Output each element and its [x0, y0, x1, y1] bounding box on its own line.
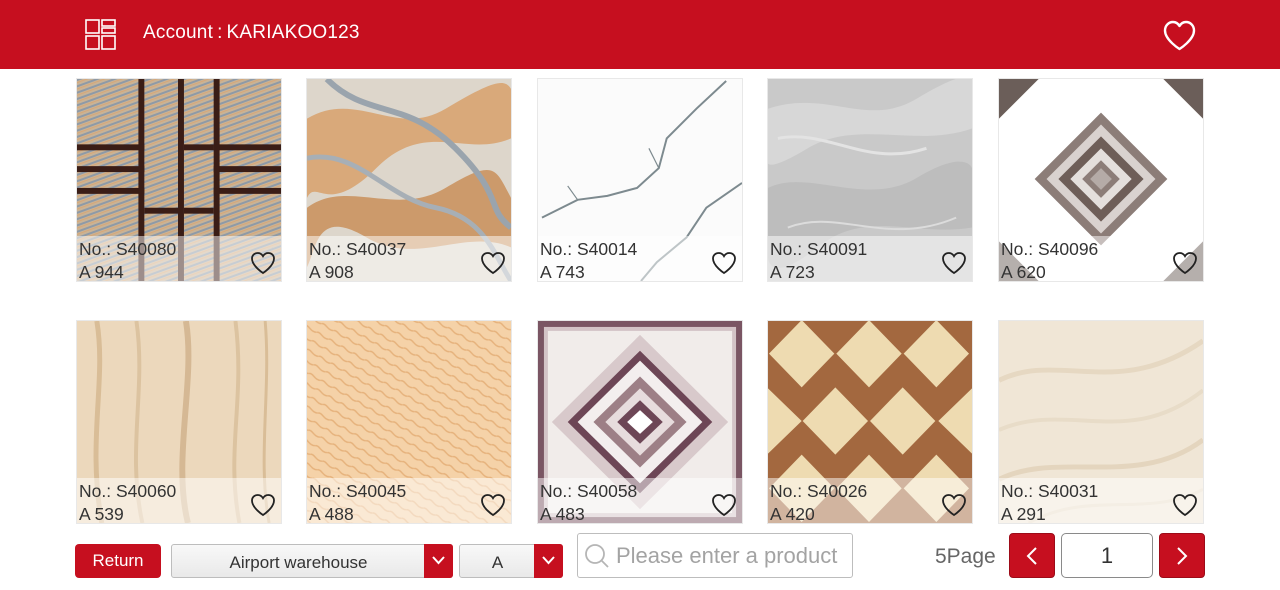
return-button[interactable]: Return [75, 544, 161, 578]
product-code: No.: S40031 [1001, 481, 1099, 501]
product-code: No.: S40037 [309, 239, 407, 259]
previous-page-button[interactable] [1009, 533, 1055, 578]
heart-icon[interactable] [480, 251, 506, 275]
product-tile[interactable]: No.: S40014 A 743 [537, 78, 743, 282]
tile-info: No.: S40031 A 291 [999, 478, 1203, 523]
page-count-label: 5Page [935, 545, 996, 568]
product-quantity: A 483 [540, 504, 585, 524]
product-quantity: A 420 [770, 504, 815, 524]
product-quantity: A 539 [79, 504, 124, 524]
tile-info: No.: S40060 A 539 [77, 478, 281, 523]
chevron-down-icon [542, 556, 555, 565]
product-code: No.: S40026 [770, 481, 868, 501]
product-code: No.: S40060 [79, 481, 177, 501]
tile-info: No.: S40091 A 723 [768, 236, 972, 281]
product-tile[interactable]: No.: S40031 A 291 [998, 320, 1204, 524]
product-quantity: A 944 [79, 262, 124, 282]
account-id: KARIAKOO123 [226, 22, 360, 43]
heart-icon[interactable] [941, 493, 967, 517]
account-label: Account [143, 22, 214, 43]
heart-icon[interactable] [941, 251, 967, 275]
tile-info: No.: S40080 A 944 [77, 236, 281, 281]
product-code: No.: S40058 [540, 481, 638, 501]
product-quantity: A 620 [1001, 262, 1046, 282]
product-tile[interactable]: No.: S40096 A 620 [998, 78, 1204, 282]
product-tile[interactable]: No.: S40080 A 944 [76, 78, 282, 282]
warehouse-value: Airport warehouse [229, 553, 368, 572]
product-code: No.: S40080 [79, 239, 177, 259]
product-tile[interactable]: No.: S40058 A 483 [537, 320, 743, 524]
chevron-left-icon [1026, 547, 1037, 565]
grid-icon[interactable] [85, 19, 116, 50]
product-tile[interactable]: No.: S40026 A 420 [767, 320, 973, 524]
grade-dropdown-toggle[interactable] [534, 544, 563, 578]
tile-info: No.: S40014 A 743 [538, 236, 742, 281]
product-code: No.: S40096 [1001, 239, 1099, 259]
product-quantity: A 488 [309, 504, 354, 524]
product-code: No.: S40045 [309, 481, 407, 501]
product-quantity: A 908 [309, 262, 354, 282]
next-page-button[interactable] [1159, 533, 1205, 578]
product-quantity: A 291 [1001, 504, 1046, 524]
tile-info: No.: S40037 A 908 [307, 236, 511, 281]
heart-icon[interactable] [1172, 493, 1198, 517]
warehouse-select[interactable]: Airport warehouse [171, 544, 453, 578]
product-tile[interactable]: No.: S40091 A 723 [767, 78, 973, 282]
heart-icon[interactable] [250, 493, 276, 517]
grade-value: A [491, 553, 504, 572]
search-icon[interactable] [584, 543, 610, 569]
chevron-down-icon [432, 556, 445, 565]
bottom-toolbar: Return Airport warehouse A 5Page [0, 530, 1280, 590]
product-quantity: A 723 [770, 262, 815, 282]
product-code: No.: S40091 [770, 239, 868, 259]
product-tile[interactable]: No.: S40045 A 488 [306, 320, 512, 524]
search-input[interactable] [616, 542, 846, 570]
product-code: No.: S40014 [540, 239, 638, 259]
chevron-right-icon [1177, 547, 1188, 565]
heart-icon[interactable] [711, 251, 737, 275]
tile-info: No.: S40045 A 488 [307, 478, 511, 523]
top-bar: Account: KARIAKOO123 [0, 0, 1280, 69]
product-tile[interactable]: No.: S40060 A 539 [76, 320, 282, 524]
product-tile[interactable]: No.: S40037 A 908 [306, 78, 512, 282]
favorites-heart-icon[interactable] [1163, 20, 1196, 51]
heart-icon[interactable] [250, 251, 276, 275]
grade-select[interactable]: A [459, 544, 563, 578]
heart-icon[interactable] [1172, 251, 1198, 275]
page-number-input[interactable] [1061, 533, 1153, 578]
heart-icon[interactable] [480, 493, 506, 517]
tile-info: No.: S40026 A 420 [768, 478, 972, 523]
account-info: Account: KARIAKOO123 [143, 22, 360, 44]
heart-icon[interactable] [711, 493, 737, 517]
account-separator: : [217, 22, 223, 43]
tile-info: No.: S40058 A 483 [538, 478, 742, 523]
tile-info: No.: S40096 A 620 [999, 236, 1203, 281]
product-quantity: A 743 [540, 262, 585, 282]
product-search [577, 533, 853, 578]
warehouse-dropdown-toggle[interactable] [424, 544, 453, 578]
